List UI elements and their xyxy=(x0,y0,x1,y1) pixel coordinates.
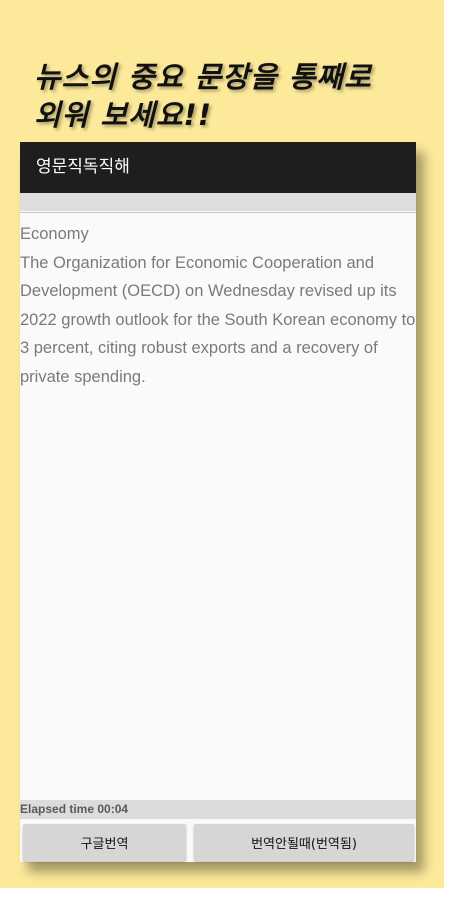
promo-headline: 뉴스의 중요 문장을 통째로 외워 보세요!! xyxy=(34,60,372,132)
status-bar: Elapsed time 00:04 xyxy=(20,800,416,819)
article-category: Economy xyxy=(20,225,89,243)
article-text[interactable]: Economy The Organization for Economic Co… xyxy=(20,220,416,790)
divider xyxy=(20,212,416,213)
header-strip xyxy=(20,193,416,211)
untranslated-button[interactable]: 번역안될때(번역됨) xyxy=(194,824,414,861)
app-title: 영문직독직해 xyxy=(36,157,130,177)
app-screen: 영문직독직해 Economy The Organization for Econ… xyxy=(20,142,416,862)
article-body: The Organization for Economic Cooperatio… xyxy=(20,253,416,386)
app-bar: 영문직독직해 xyxy=(20,142,416,193)
elapsed-time: Elapsed time 00:04 xyxy=(20,802,129,816)
google-translate-button[interactable]: 구글번역 xyxy=(23,824,186,861)
